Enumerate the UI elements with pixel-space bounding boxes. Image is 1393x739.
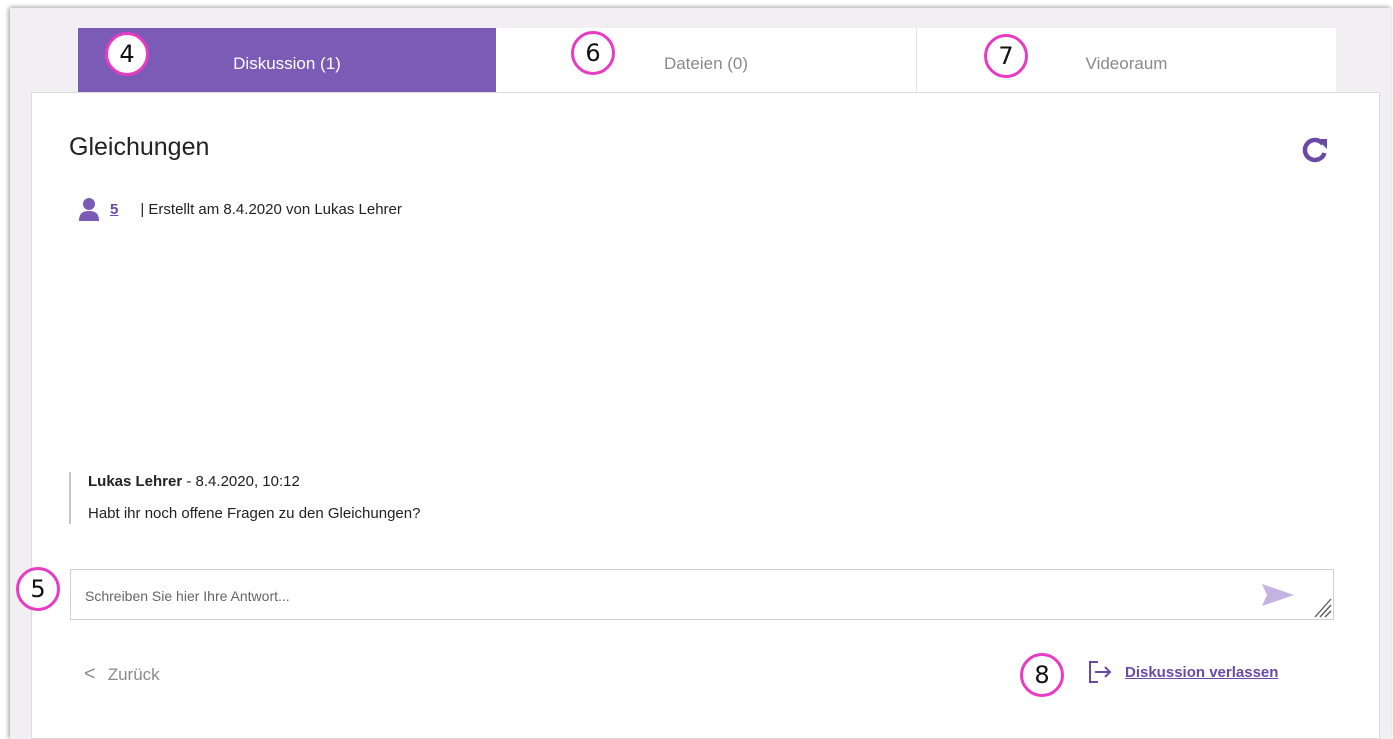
leave-discussion-label: Diskussion verlassen xyxy=(1125,663,1279,681)
leave-discussion-link[interactable]: Diskussion verlassen xyxy=(1087,659,1278,685)
message-text: Habt ihr noch offene Fragen zu den Gleic… xyxy=(88,505,421,522)
tab-bar: Diskussion (1) Dateien (0) Videoraum xyxy=(78,28,1336,100)
back-button[interactable]: < Zurück xyxy=(84,663,160,686)
send-icon[interactable] xyxy=(1260,583,1296,607)
message-date: - 8.4.2020, 10:12 xyxy=(182,473,300,490)
message-item: Lukas Lehrer - 8.4.2020, 10:12 Habt ihr … xyxy=(69,472,420,524)
annotation-marker-8: 8 xyxy=(1020,653,1064,697)
annotation-marker-5: 5 xyxy=(16,567,60,611)
discussion-title: Gleichungen xyxy=(69,133,210,161)
participant-count-link[interactable]: 5 xyxy=(110,201,118,218)
tab-videoraum[interactable]: Videoraum xyxy=(917,28,1336,100)
resize-handle-icon[interactable] xyxy=(1312,596,1332,618)
annotation-marker-4: 4 xyxy=(105,32,149,76)
back-label: Zurück xyxy=(107,664,160,684)
reply-input[interactable] xyxy=(83,570,1247,621)
discussion-meta: 5 | Erstellt am 8.4.2020 von Lukas Lehre… xyxy=(78,197,402,221)
message-author: Lukas Lehrer xyxy=(88,473,183,490)
refresh-icon[interactable] xyxy=(1300,136,1330,164)
logout-icon xyxy=(1089,661,1112,683)
discussion-panel: Gleichungen 5 | Erstellt am 8.4.2020 von… xyxy=(31,92,1380,739)
user-icon xyxy=(79,198,99,221)
chevron-left-icon: < xyxy=(84,663,96,685)
created-info: | Erstellt am 8.4.2020 von Lukas Lehrer xyxy=(140,200,402,218)
annotation-marker-7: 7 xyxy=(984,34,1028,78)
tab-dateien[interactable]: Dateien (0) xyxy=(496,28,917,100)
annotation-marker-6: 6 xyxy=(571,31,615,75)
message-header: Lukas Lehrer - 8.4.2020, 10:12 xyxy=(88,472,420,492)
reply-box xyxy=(70,569,1334,621)
